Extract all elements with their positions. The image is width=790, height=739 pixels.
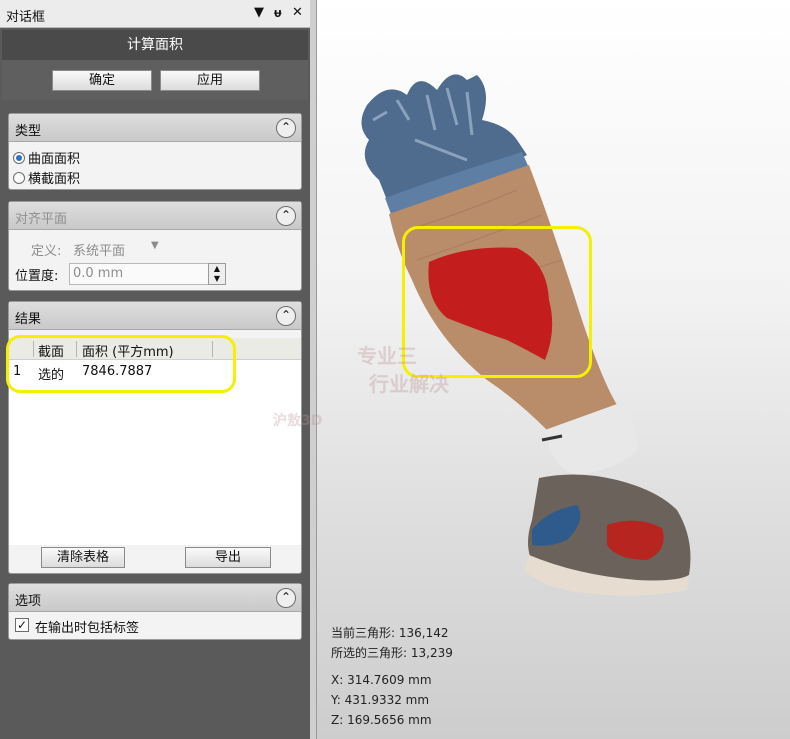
- spin-down-icon[interactable]: ▼: [209, 274, 225, 284]
- options-header[interactable]: 选项 ⌃: [9, 584, 301, 612]
- align-plane-title: 对齐平面: [15, 212, 68, 227]
- collapse-icon[interactable]: ⌃: [276, 588, 296, 608]
- include-labels-checkbox[interactable]: ✓: [15, 618, 29, 632]
- results-table-header: 截面 面积 (平方mm): [9, 338, 301, 360]
- ok-button[interactable]: 确定: [52, 70, 152, 91]
- position-label: 位置度:: [15, 269, 59, 284]
- options-group: 选项 ⌃ ✓ 在输出时包括标签: [8, 583, 302, 640]
- table-row[interactable]: 1 选的 7846.7887: [9, 362, 301, 384]
- column-area[interactable]: 面积 (平方mm): [82, 341, 174, 360]
- watermark-text: 行业解决: [369, 372, 449, 396]
- clear-table-button[interactable]: 清除表格: [41, 547, 125, 568]
- position-input[interactable]: 0.0 mm: [69, 263, 209, 285]
- coord-x: X: 314.7609 mm: [331, 673, 432, 687]
- column-separator[interactable]: [76, 341, 77, 357]
- watermark-text: 专业三: [357, 344, 417, 368]
- include-labels-label: 在输出时包括标签: [35, 621, 140, 636]
- coord-z: Z: 169.5656 mm: [331, 713, 432, 727]
- results-header[interactable]: 结果 ⌃: [9, 302, 301, 330]
- type-group-header[interactable]: 类型 ⌃: [9, 114, 301, 142]
- define-label: 定义:: [31, 244, 62, 259]
- type-group: 类型 ⌃ 曲面面积 横截面积: [8, 113, 302, 190]
- row-index: 1: [13, 364, 22, 379]
- align-plane-header[interactable]: 对齐平面 ⌃: [9, 202, 301, 230]
- dialog-titlebar: 对话框 ▼ ᵾ ✕: [0, 0, 310, 28]
- column-section[interactable]: 截面: [38, 341, 64, 360]
- dialog-title: 对话框: [6, 10, 46, 25]
- radio-surface-area-label: 曲面面积: [28, 152, 81, 167]
- watermark-logo: 沪敖3D: [273, 413, 323, 429]
- collapse-icon[interactable]: ⌃: [276, 118, 296, 138]
- action-bar: 确定 应用: [2, 60, 308, 100]
- dialog-panel: 对话框 ▼ ᵾ ✕ 计算面积 确定 应用 类型 ⌃ 曲面面积 横截面积 对齐平面…: [0, 0, 310, 739]
- align-plane-group: 对齐平面 ⌃ 定义: 系统平面 ▼ 位置度: 0.0 mm ▲ ▼: [8, 201, 302, 291]
- collapse-icon[interactable]: ⌃: [276, 206, 296, 226]
- results-title: 结果: [15, 312, 42, 327]
- current-triangles: 当前三角形: 136,142: [331, 626, 449, 640]
- coord-y: Y: 431.9332 mm: [331, 693, 430, 707]
- radio-cross-section-area[interactable]: 横截面积: [13, 168, 80, 187]
- define-select[interactable]: 系统平面: [73, 240, 125, 259]
- apply-button[interactable]: 应用: [160, 70, 260, 91]
- export-button[interactable]: 导出: [185, 547, 271, 568]
- results-group: 结果 ⌃ 截面 面积 (平方mm) 1 选的 7846.7887 清除表格 导出: [8, 301, 302, 574]
- close-icon[interactable]: ✕: [292, 5, 303, 20]
- dropdown-arrow-icon[interactable]: ▼: [254, 5, 264, 20]
- position-value: 0.0 mm: [73, 266, 124, 281]
- shoe-mesh: [525, 474, 691, 596]
- options-title: 选项: [15, 594, 42, 609]
- dialog-header: 计算面积: [2, 30, 308, 60]
- type-group-title: 类型: [15, 124, 42, 139]
- radio-unselected-icon: [13, 171, 25, 184]
- radio-cross-section-label: 横截面积: [28, 172, 81, 187]
- radio-selected-icon: [13, 151, 25, 164]
- chevron-down-icon[interactable]: ▼: [151, 240, 159, 251]
- collapse-icon[interactable]: ⌃: [276, 306, 296, 326]
- row-section: 选的: [38, 368, 65, 383]
- model-viewport[interactable]: 专业三 行业解决 沪敖3D 当前三角形: 136,142 所选的三角形: 13,…: [273, 0, 790, 739]
- selected-triangles: 所选的三角形: 13,239: [331, 646, 453, 660]
- row-area: 7846.7887: [82, 364, 153, 379]
- column-separator[interactable]: [33, 341, 34, 357]
- pin-icon[interactable]: ᵾ: [274, 5, 282, 21]
- position-stepper[interactable]: ▲ ▼: [208, 263, 226, 285]
- radio-surface-area[interactable]: 曲面面积: [13, 148, 80, 167]
- column-separator[interactable]: [212, 341, 213, 357]
- spin-up-icon[interactable]: ▲: [209, 264, 225, 274]
- results-table-body: [9, 360, 301, 545]
